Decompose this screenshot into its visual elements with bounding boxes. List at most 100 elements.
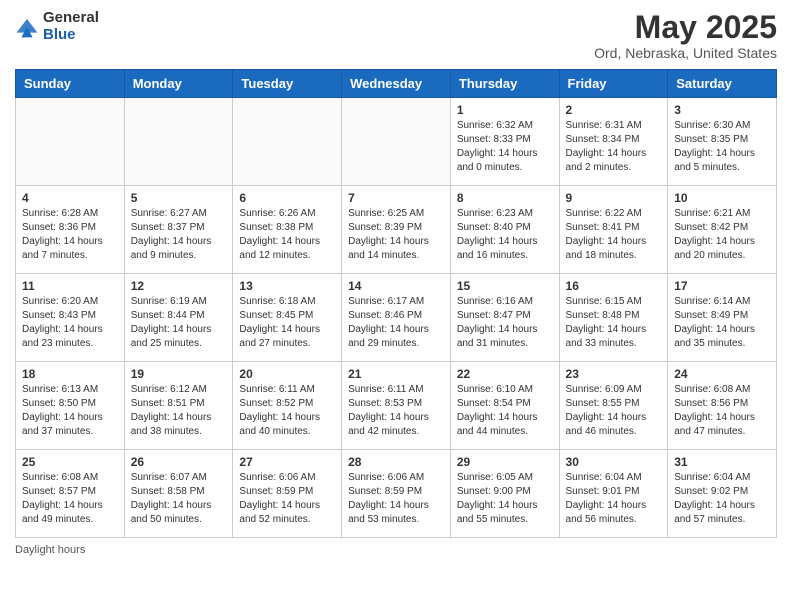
- day-number: 30: [566, 455, 662, 469]
- day-info: Sunrise: 6:04 AM Sunset: 9:01 PM Dayligh…: [566, 471, 662, 527]
- day-info: Sunrise: 6:16 AM Sunset: 8:47 PM Dayligh…: [457, 295, 553, 351]
- day-number: 13: [239, 279, 335, 293]
- calendar-cell: [16, 98, 125, 186]
- day-info: Sunrise: 6:31 AM Sunset: 8:34 PM Dayligh…: [566, 119, 662, 175]
- day-number: 7: [348, 191, 444, 205]
- day-number: 16: [566, 279, 662, 293]
- calendar-cell: [233, 98, 342, 186]
- calendar-week-row: 11Sunrise: 6:20 AM Sunset: 8:43 PM Dayli…: [16, 274, 777, 362]
- calendar-cell: 25 Sunrise: 6:08 AM Sunset: 8:57 PM Dayli…: [16, 450, 125, 538]
- day-number: 9: [566, 191, 662, 205]
- day-number: 20: [239, 367, 335, 381]
- day-number: 23: [566, 367, 662, 381]
- calendar-cell: 8Sunrise: 6:23 AM Sunset: 8:40 PM Daylig…: [450, 186, 559, 274]
- calendar-table: SundayMondayTuesdayWednesdayThursdayFrid…: [15, 69, 777, 538]
- day-info: Sunrise: 6:04 AM Sunset: 9:02 PM Dayligh…: [674, 471, 770, 527]
- logo-text: General Blue: [43, 10, 99, 43]
- calendar-cell: 1Sunrise: 6:32 AM Sunset: 8:33 PM Daylig…: [450, 98, 559, 186]
- day-info: Sunrise: 6:13 AM Sunset: 8:50 PM Dayligh…: [22, 383, 118, 439]
- day-info: Sunrise: 6:15 AM Sunset: 8:48 PM Dayligh…: [566, 295, 662, 351]
- day-number: 31: [674, 455, 770, 469]
- calendar-week-row: 25 Sunrise: 6:08 AM Sunset: 8:57 PM Dayli…: [16, 450, 777, 538]
- day-number: 15: [457, 279, 553, 293]
- calendar-day-header: Saturday: [668, 70, 777, 98]
- day-info: Sunrise: 6:32 AM Sunset: 8:33 PM Dayligh…: [457, 119, 553, 175]
- subtitle: Ord, Nebraska, United States: [594, 45, 777, 61]
- day-info: Sunrise: 6:11 AM Sunset: 8:53 PM Dayligh…: [348, 383, 444, 439]
- day-info: Sunrise: 6:07 AM Sunset: 8:58 PM Dayligh…: [131, 471, 227, 527]
- day-info: Sunrise: 6:09 AM Sunset: 8:55 PM Dayligh…: [566, 383, 662, 439]
- calendar-cell: 3 Sunrise: 6:30 AM Sunset: 8:35 PM Daylig…: [668, 98, 777, 186]
- calendar-cell: 15 Sunrise: 6:16 AM Sunset: 8:47 PM Dayli…: [450, 274, 559, 362]
- calendar-cell: 27 Sunrise: 6:06 AM Sunset: 8:59 PM Dayli…: [233, 450, 342, 538]
- day-info: Sunrise: 6:12 AM Sunset: 8:51 PM Dayligh…: [131, 383, 227, 439]
- day-info: Sunrise: 6:11 AM Sunset: 8:52 PM Dayligh…: [239, 383, 335, 439]
- calendar-cell: [342, 98, 451, 186]
- calendar-cell: 9Sunrise: 6:22 AM Sunset: 8:41 PM Daylig…: [559, 186, 668, 274]
- calendar-cell: 28 Sunrise: 6:06 AM Sunset: 8:59 PM Dayli…: [342, 450, 451, 538]
- day-number: 22: [457, 367, 553, 381]
- calendar-cell: 6 Sunrise: 6:26 AM Sunset: 8:38 PM Daylig…: [233, 186, 342, 274]
- calendar-week-row: 1Sunrise: 6:32 AM Sunset: 8:33 PM Daylig…: [16, 98, 777, 186]
- calendar-cell: 19 Sunrise: 6:12 AM Sunset: 8:51 PM Dayli…: [124, 362, 233, 450]
- day-number: 28: [348, 455, 444, 469]
- calendar-header-row: SundayMondayTuesdayWednesdayThursdayFrid…: [16, 70, 777, 98]
- footer-label: Daylight hours: [15, 544, 85, 556]
- day-info: Sunrise: 6:18 AM Sunset: 8:45 PM Dayligh…: [239, 295, 335, 351]
- day-number: 4: [22, 191, 118, 205]
- day-number: 2: [566, 103, 662, 117]
- calendar-cell: 2 Sunrise: 6:31 AM Sunset: 8:34 PM Daylig…: [559, 98, 668, 186]
- calendar-cell: 23 Sunrise: 6:09 AM Sunset: 8:55 PM Dayli…: [559, 362, 668, 450]
- calendar-cell: 31 Sunrise: 6:04 AM Sunset: 9:02 PM Dayli…: [668, 450, 777, 538]
- calendar-cell: 17 Sunrise: 6:14 AM Sunset: 8:49 PM Dayli…: [668, 274, 777, 362]
- calendar-cell: 12Sunrise: 6:19 AM Sunset: 8:44 PM Dayli…: [124, 274, 233, 362]
- day-number: 27: [239, 455, 335, 469]
- calendar-cell: 20 Sunrise: 6:11 AM Sunset: 8:52 PM Dayli…: [233, 362, 342, 450]
- day-info: Sunrise: 6:06 AM Sunset: 8:59 PM Dayligh…: [239, 471, 335, 527]
- main-title: May 2025: [594, 10, 777, 45]
- day-info: Sunrise: 6:23 AM Sunset: 8:40 PM Dayligh…: [457, 207, 553, 263]
- day-info: Sunrise: 6:08 AM Sunset: 8:57 PM Dayligh…: [22, 471, 118, 527]
- day-number: 17: [674, 279, 770, 293]
- day-info: Sunrise: 6:27 AM Sunset: 8:37 PM Dayligh…: [131, 207, 227, 263]
- calendar-cell: 30 Sunrise: 6:04 AM Sunset: 9:01 PM Dayli…: [559, 450, 668, 538]
- day-number: 29: [457, 455, 553, 469]
- day-info: Sunrise: 6:05 AM Sunset: 9:00 PM Dayligh…: [457, 471, 553, 527]
- day-info: Sunrise: 6:10 AM Sunset: 8:54 PM Dayligh…: [457, 383, 553, 439]
- calendar-cell: 18 Sunrise: 6:13 AM Sunset: 8:50 PM Dayli…: [16, 362, 125, 450]
- day-number: 19: [131, 367, 227, 381]
- calendar-day-header: Monday: [124, 70, 233, 98]
- calendar-cell: [124, 98, 233, 186]
- calendar-cell: 16 Sunrise: 6:15 AM Sunset: 8:48 PM Dayli…: [559, 274, 668, 362]
- calendar-cell: 21 Sunrise: 6:11 AM Sunset: 8:53 PM Dayli…: [342, 362, 451, 450]
- calendar-day-header: Tuesday: [233, 70, 342, 98]
- logo-icon: [15, 15, 39, 39]
- calendar-cell: 13 Sunrise: 6:18 AM Sunset: 8:45 PM Dayli…: [233, 274, 342, 362]
- day-info: Sunrise: 6:30 AM Sunset: 8:35 PM Dayligh…: [674, 119, 770, 175]
- day-number: 25: [22, 455, 118, 469]
- logo-blue-text: Blue: [43, 27, 99, 44]
- day-number: 26: [131, 455, 227, 469]
- day-number: 3: [674, 103, 770, 117]
- day-number: 18: [22, 367, 118, 381]
- day-info: Sunrise: 6:06 AM Sunset: 8:59 PM Dayligh…: [348, 471, 444, 527]
- calendar-week-row: 18 Sunrise: 6:13 AM Sunset: 8:50 PM Dayli…: [16, 362, 777, 450]
- day-info: Sunrise: 6:14 AM Sunset: 8:49 PM Dayligh…: [674, 295, 770, 351]
- day-number: 24: [674, 367, 770, 381]
- calendar-cell: 7Sunrise: 6:25 AM Sunset: 8:39 PM Daylig…: [342, 186, 451, 274]
- calendar-day-header: Wednesday: [342, 70, 451, 98]
- calendar-cell: 22 Sunrise: 6:10 AM Sunset: 8:54 PM Dayli…: [450, 362, 559, 450]
- calendar-day-header: Friday: [559, 70, 668, 98]
- day-number: 12: [131, 279, 227, 293]
- calendar-day-header: Sunday: [16, 70, 125, 98]
- day-number: 5: [131, 191, 227, 205]
- day-number: 21: [348, 367, 444, 381]
- calendar-cell: 4Sunrise: 6:28 AM Sunset: 8:36 PM Daylig…: [16, 186, 125, 274]
- calendar-week-row: 4Sunrise: 6:28 AM Sunset: 8:36 PM Daylig…: [16, 186, 777, 274]
- page-header: General Blue May 2025 Ord, Nebraska, Uni…: [15, 10, 777, 61]
- day-number: 6: [239, 191, 335, 205]
- day-info: Sunrise: 6:20 AM Sunset: 8:43 PM Dayligh…: [22, 295, 118, 351]
- day-info: Sunrise: 6:26 AM Sunset: 8:38 PM Dayligh…: [239, 207, 335, 263]
- day-number: 14: [348, 279, 444, 293]
- logo-general-text: General: [43, 10, 99, 27]
